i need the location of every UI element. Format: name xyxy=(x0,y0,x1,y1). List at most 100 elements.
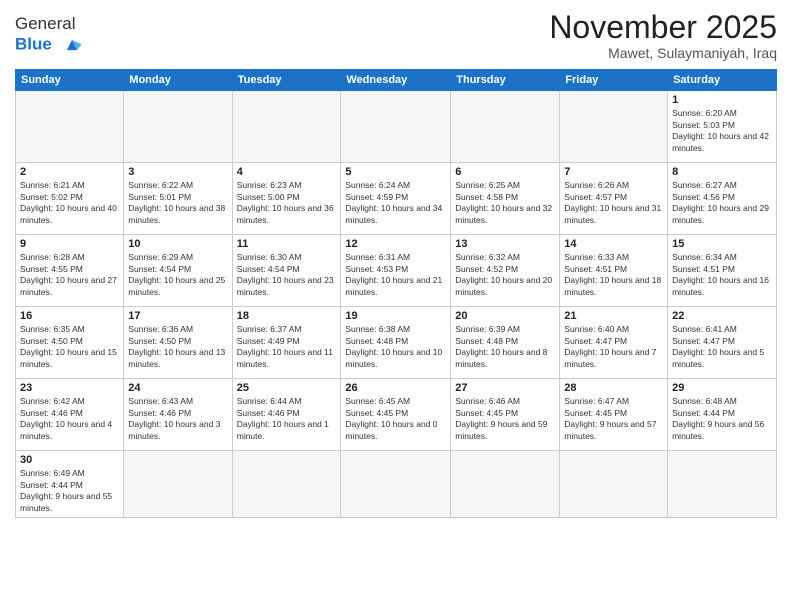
day-number: 1 xyxy=(672,94,772,106)
calendar-cell: 6Sunrise: 6:25 AM Sunset: 4:58 PM Daylig… xyxy=(451,163,560,235)
logo: General Blue xyxy=(15,14,83,56)
day-info: Sunrise: 6:23 AM Sunset: 5:00 PM Dayligh… xyxy=(237,180,337,226)
calendar-cell: 30 Sunrise: 6:49 AM Sunset: 4:44 PM Dayli… xyxy=(16,451,124,518)
day-number: 25 xyxy=(237,382,337,394)
location: Mawet, Sulaymaniyah, Iraq xyxy=(549,45,777,61)
day-number: 10 xyxy=(128,238,227,250)
calendar-cell: 3 Sunrise: 6:22 AM Sunset: 5:01 PM Daylig… xyxy=(124,163,232,235)
day-number: 5 xyxy=(345,166,446,178)
month-title: November 2025 xyxy=(549,10,777,45)
day-number: 7 xyxy=(564,166,663,178)
calendar-cell: 4 Sunrise: 6:23 AM Sunset: 5:00 PM Daylig… xyxy=(232,163,341,235)
day-number: 9 xyxy=(20,238,119,250)
day-number: 24 xyxy=(128,382,227,394)
day-info: Sunrise: 6:34 AM Sunset: 4:51 PM Dayligh… xyxy=(672,252,772,298)
day-info: Sunrise: 6:43 AM Sunset: 4:46 PM Dayligh… xyxy=(128,396,227,442)
day-info: Sunrise: 6:22 AM Sunset: 5:01 PM Dayligh… xyxy=(128,180,227,226)
day-info: Sunrise: 6:42 AM Sunset: 4:46 PM Dayligh… xyxy=(20,396,119,442)
day-number: 29 xyxy=(672,382,772,394)
calendar-cell: 18 Sunrise: 6:37 AM Sunset: 4:49 PM Dayli… xyxy=(232,307,341,379)
day-number: 20 xyxy=(455,310,555,322)
calendar-cell: 21 Sunrise: 6:40 AM Sunset: 4:47 PM Dayli… xyxy=(560,307,668,379)
day-info: Sunrise: 6:46 AM Sunset: 4:45 PM Dayligh… xyxy=(455,396,555,442)
day-info: Sunrise: 6:37 AM Sunset: 4:49 PM Dayligh… xyxy=(237,324,337,370)
day-info: Sunrise: 6:28 AM Sunset: 4:55 PM Dayligh… xyxy=(20,252,119,298)
calendar: SundayMondayTuesdayWednesdayThursdayFrid… xyxy=(15,69,777,518)
day-number: 30 xyxy=(20,454,119,466)
day-info: Sunrise: 6:41 AM Sunset: 4:47 PM Dayligh… xyxy=(672,324,772,370)
day-number: 4 xyxy=(237,166,337,178)
weekday-header-wednesday: Wednesday xyxy=(341,70,451,91)
calendar-cell: 27 Sunrise: 6:46 AM Sunset: 4:45 PM Dayli… xyxy=(451,379,560,451)
day-number: 28 xyxy=(564,382,663,394)
day-info: Sunrise: 6:33 AM Sunset: 4:51 PM Dayligh… xyxy=(564,252,663,298)
calendar-cell xyxy=(16,91,124,163)
day-info: Sunrise: 6:49 AM Sunset: 4:44 PM Dayligh… xyxy=(20,468,119,514)
day-info: Sunrise: 6:30 AM Sunset: 4:54 PM Dayligh… xyxy=(237,252,337,298)
day-number: 18 xyxy=(237,310,337,322)
day-info: Sunrise: 6:21 AM Sunset: 5:02 PM Dayligh… xyxy=(20,180,119,226)
day-number: 27 xyxy=(455,382,555,394)
calendar-cell: 28 Sunrise: 6:47 AM Sunset: 4:45 PM Dayli… xyxy=(560,379,668,451)
calendar-cell: 8 Sunrise: 6:27 AM Sunset: 4:56 PM Daylig… xyxy=(668,163,777,235)
calendar-cell xyxy=(341,91,451,163)
day-number: 19 xyxy=(345,310,446,322)
day-number: 8 xyxy=(672,166,772,178)
day-info: Sunrise: 6:26 AM Sunset: 4:57 PM Dayligh… xyxy=(564,180,663,226)
calendar-cell: 11Sunrise: 6:30 AM Sunset: 4:54 PM Dayli… xyxy=(232,235,341,307)
day-number: 6 xyxy=(455,166,555,178)
weekday-header-tuesday: Tuesday xyxy=(232,70,341,91)
day-info: Sunrise: 6:47 AM Sunset: 4:45 PM Dayligh… xyxy=(564,396,663,442)
calendar-cell: 13Sunrise: 6:32 AM Sunset: 4:52 PM Dayli… xyxy=(451,235,560,307)
calendar-cell xyxy=(232,451,341,518)
day-info: Sunrise: 6:40 AM Sunset: 4:47 PM Dayligh… xyxy=(564,324,663,370)
calendar-cell xyxy=(451,91,560,163)
calendar-cell: 24 Sunrise: 6:43 AM Sunset: 4:46 PM Dayli… xyxy=(124,379,232,451)
calendar-cell: 9 Sunrise: 6:28 AM Sunset: 4:55 PM Daylig… xyxy=(16,235,124,307)
calendar-cell: 23 Sunrise: 6:42 AM Sunset: 4:46 PM Dayli… xyxy=(16,379,124,451)
day-number: 12 xyxy=(345,238,446,250)
weekday-header-sunday: Sunday xyxy=(16,70,124,91)
day-number: 3 xyxy=(128,166,227,178)
calendar-cell xyxy=(341,451,451,518)
calendar-cell: 25 Sunrise: 6:44 AM Sunset: 4:46 PM Dayli… xyxy=(232,379,341,451)
calendar-cell: 12 Sunrise: 6:31 AM Sunset: 4:53 PM Dayli… xyxy=(341,235,451,307)
day-number: 23 xyxy=(20,382,119,394)
day-number: 15 xyxy=(672,238,772,250)
calendar-cell: 5 Sunrise: 6:24 AM Sunset: 4:59 PM Daylig… xyxy=(341,163,451,235)
weekday-header-saturday: Saturday xyxy=(668,70,777,91)
day-info: Sunrise: 6:36 AM Sunset: 4:50 PM Dayligh… xyxy=(128,324,227,370)
calendar-cell: 17Sunrise: 6:36 AM Sunset: 4:50 PM Dayli… xyxy=(124,307,232,379)
page-header: General Blue November 2025 Mawet, Sulaym… xyxy=(15,10,777,61)
calendar-cell: 1Sunrise: 6:20 AM Sunset: 5:03 PM Daylig… xyxy=(668,91,777,163)
calendar-cell: 20 Sunrise: 6:39 AM Sunset: 4:48 PM Dayli… xyxy=(451,307,560,379)
day-info: Sunrise: 6:45 AM Sunset: 4:45 PM Dayligh… xyxy=(345,396,446,442)
weekday-header-monday: Monday xyxy=(124,70,232,91)
calendar-cell xyxy=(124,91,232,163)
calendar-cell: 2Sunrise: 6:21 AM Sunset: 5:02 PM Daylig… xyxy=(16,163,124,235)
calendar-cell xyxy=(668,451,777,518)
day-info: Sunrise: 6:27 AM Sunset: 4:56 PM Dayligh… xyxy=(672,180,772,226)
calendar-cell xyxy=(124,451,232,518)
calendar-cell: 19 Sunrise: 6:38 AM Sunset: 4:48 PM Dayli… xyxy=(341,307,451,379)
day-number: 16 xyxy=(20,310,119,322)
day-info: Sunrise: 6:24 AM Sunset: 4:59 PM Dayligh… xyxy=(345,180,446,226)
calendar-cell: 10 Sunrise: 6:29 AM Sunset: 4:54 PM Dayli… xyxy=(124,235,232,307)
calendar-cell: 7 Sunrise: 6:26 AM Sunset: 4:57 PM Daylig… xyxy=(560,163,668,235)
day-info: Sunrise: 6:35 AM Sunset: 4:50 PM Dayligh… xyxy=(20,324,119,370)
calendar-cell: 15 Sunrise: 6:34 AM Sunset: 4:51 PM Dayli… xyxy=(668,235,777,307)
calendar-cell: 29Sunrise: 6:48 AM Sunset: 4:44 PM Dayli… xyxy=(668,379,777,451)
calendar-cell xyxy=(232,91,341,163)
calendar-cell: 14Sunrise: 6:33 AM Sunset: 4:51 PM Dayli… xyxy=(560,235,668,307)
weekday-header-thursday: Thursday xyxy=(451,70,560,91)
day-number: 22 xyxy=(672,310,772,322)
title-block: November 2025 Mawet, Sulaymaniyah, Iraq xyxy=(549,10,777,61)
day-number: 21 xyxy=(564,310,663,322)
logo-icon xyxy=(61,34,83,56)
day-info: Sunrise: 6:29 AM Sunset: 4:54 PM Dayligh… xyxy=(128,252,227,298)
day-info: Sunrise: 6:44 AM Sunset: 4:46 PM Dayligh… xyxy=(237,396,337,442)
day-info: Sunrise: 6:39 AM Sunset: 4:48 PM Dayligh… xyxy=(455,324,555,370)
day-info: Sunrise: 6:38 AM Sunset: 4:48 PM Dayligh… xyxy=(345,324,446,370)
calendar-cell xyxy=(451,451,560,518)
day-info: Sunrise: 6:31 AM Sunset: 4:53 PM Dayligh… xyxy=(345,252,446,298)
